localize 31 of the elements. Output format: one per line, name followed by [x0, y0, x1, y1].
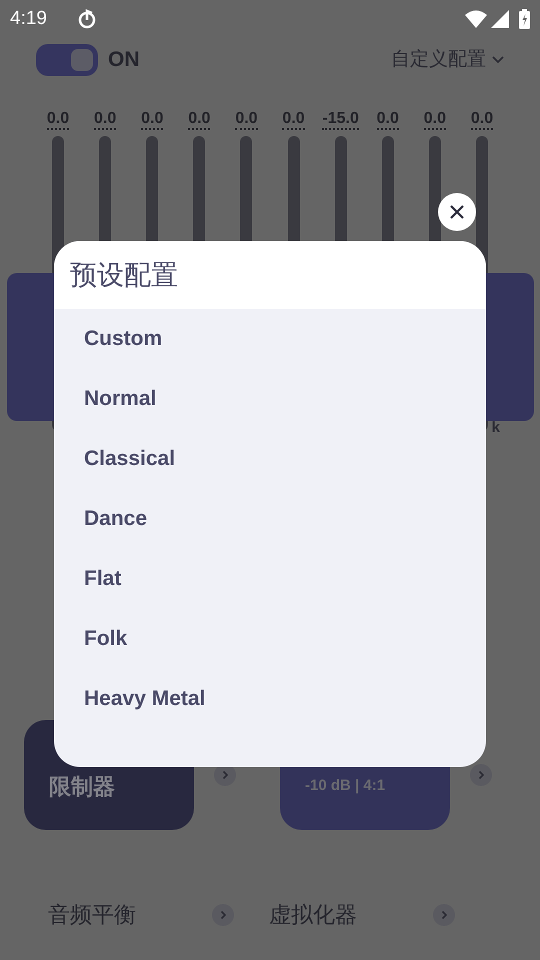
status-time: 4:19: [10, 6, 47, 31]
band-value[interactable]: 0.0: [188, 110, 210, 130]
preset-item[interactable]: Folk: [54, 609, 486, 669]
band-value[interactable]: -15.0: [322, 110, 359, 130]
band-value[interactable]: 0.0: [470, 110, 494, 130]
band-value[interactable]: 0.0: [282, 110, 305, 130]
power-switch[interactable]: [36, 44, 98, 76]
band-value[interactable]: 0.0: [235, 110, 258, 130]
switch-label: ON: [108, 47, 140, 74]
preset-item[interactable]: Normal: [54, 369, 486, 429]
signal-icon: [491, 10, 509, 28]
battery-icon: [519, 9, 530, 29]
chevron-down-icon: [492, 56, 504, 64]
preset-item[interactable]: Flat: [54, 549, 486, 609]
band-value[interactable]: 0.0: [424, 110, 446, 130]
band-value[interactable]: 0.0: [94, 110, 116, 130]
band-label: k: [492, 418, 500, 438]
setting-label[interactable]: 虚拟化器: [269, 898, 357, 931]
close-icon: [450, 205, 464, 219]
band-value[interactable]: 0.0: [46, 110, 70, 130]
dialog-title: 预设配置: [70, 258, 178, 292]
preset-dropdown[interactable]: 自定义配置: [391, 46, 504, 74]
preset-item[interactable]: Classical: [54, 429, 486, 489]
band-value[interactable]: 0.0: [141, 110, 164, 130]
wifi-icon: [465, 10, 487, 28]
card-title: 限制器: [49, 772, 116, 800]
preset-item[interactable]: Dance: [54, 489, 486, 549]
close-button[interactable]: [438, 193, 476, 231]
preset-item[interactable]: Custom: [54, 309, 486, 369]
band-value[interactable]: 0.0: [376, 110, 399, 130]
setting-label[interactable]: 音频平衡: [48, 898, 136, 931]
